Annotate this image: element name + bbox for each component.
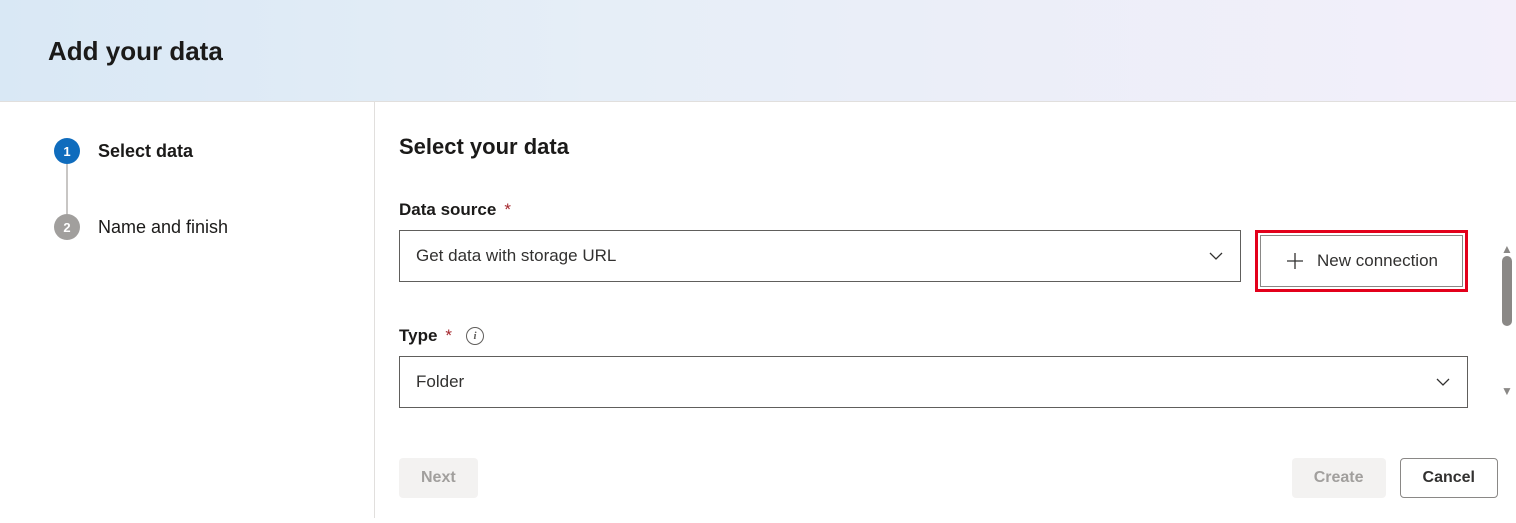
type-label: Type * i [399, 326, 1468, 346]
required-asterisk: * [445, 326, 452, 346]
step-connector [66, 164, 68, 214]
step-number-badge: 2 [54, 214, 80, 240]
scrollbar[interactable]: ▲ ▼ [1500, 242, 1514, 398]
step-label: Select data [98, 141, 193, 162]
dialog-title: Add your data [48, 36, 1468, 67]
required-asterisk: * [504, 200, 511, 220]
data-source-label: Data source * [399, 200, 1468, 220]
main-panel: Select your data Data source * Get data … [375, 102, 1516, 518]
data-source-dropdown[interactable]: Get data with storage URL [399, 230, 1241, 282]
highlight-annotation: New connection [1255, 230, 1468, 292]
cancel-button[interactable]: Cancel [1400, 458, 1498, 498]
step-label: Name and finish [98, 217, 228, 238]
steps-sidebar: 1 Select data 2 Name and finish [0, 102, 375, 518]
step-name-and-finish[interactable]: 2 Name and finish [54, 214, 350, 240]
new-connection-label: New connection [1317, 251, 1438, 271]
dropdown-value: Get data with storage URL [416, 246, 616, 266]
info-icon[interactable]: i [466, 327, 484, 345]
scroll-up-icon[interactable]: ▲ [1501, 242, 1513, 256]
chevron-down-icon [1208, 248, 1224, 264]
scroll-down-icon[interactable]: ▼ [1501, 384, 1513, 398]
new-connection-button[interactable]: New connection [1260, 235, 1463, 287]
step-select-data[interactable]: 1 Select data [54, 138, 350, 164]
create-button[interactable]: Create [1292, 458, 1386, 498]
type-dropdown[interactable]: Folder [399, 356, 1468, 408]
step-number-badge: 1 [54, 138, 80, 164]
main-heading: Select your data [399, 134, 1468, 160]
scroll-thumb[interactable] [1502, 256, 1512, 326]
dialog-body: 1 Select data 2 Name and finish Select y… [0, 102, 1516, 518]
plus-icon [1285, 251, 1305, 271]
dropdown-value: Folder [416, 372, 464, 392]
chevron-down-icon [1435, 374, 1451, 390]
dialog-header: Add your data [0, 0, 1516, 102]
next-button[interactable]: Next [399, 458, 478, 498]
dialog-footer: Next Create Cancel [399, 440, 1498, 518]
